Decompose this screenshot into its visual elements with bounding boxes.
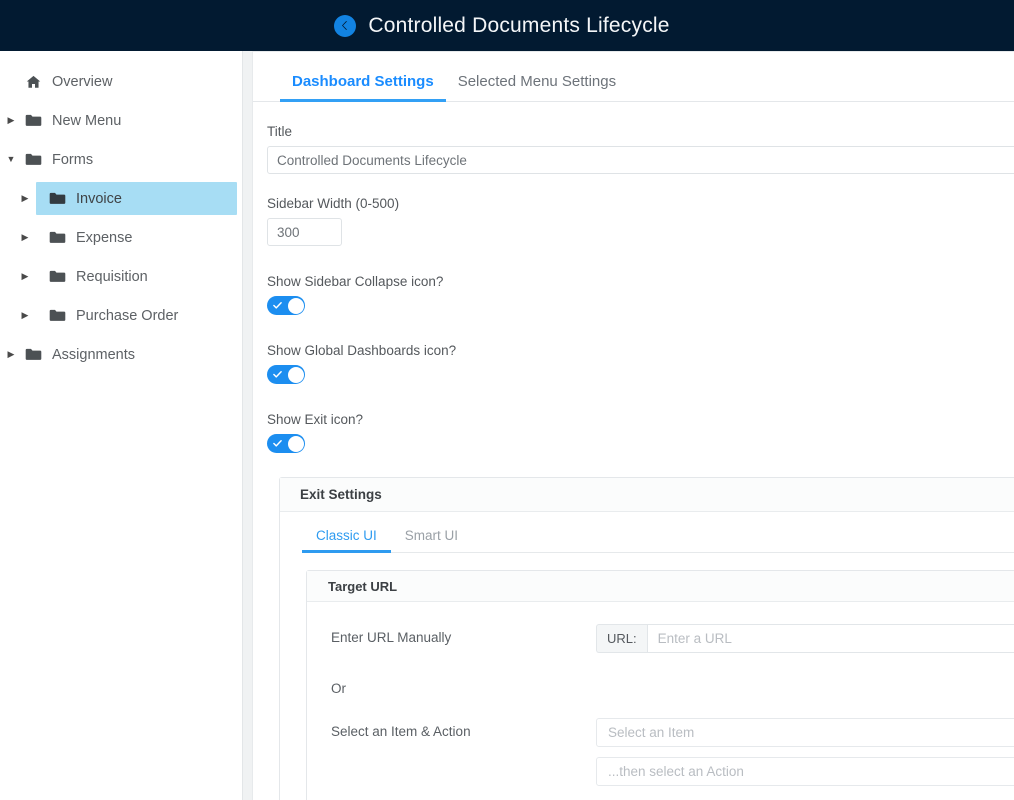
folder-icon [24, 153, 42, 166]
chevron-right-icon[interactable]: ▶ [14, 194, 36, 203]
chevron-right-icon[interactable]: ▶ [14, 233, 36, 242]
url-prefix-label: URL: [596, 624, 647, 653]
or-row: Or [331, 675, 1014, 696]
show-sidebar-collapse-toggle[interactable] [267, 296, 305, 315]
sidebar-item-label: Forms [52, 151, 94, 168]
sidebar-item-purchase-order[interactable]: ▶ Purchase Order [0, 296, 242, 335]
folder-icon [48, 192, 66, 205]
show-exit-icon-toggle[interactable] [267, 434, 305, 453]
chevron-down-icon[interactable]: ▼ [0, 155, 22, 164]
sidebar-item-forms[interactable]: ▼ Forms [0, 140, 242, 179]
show-global-dashboards-toggle[interactable] [267, 365, 305, 384]
exit-settings-title: Exit Settings [280, 478, 1014, 512]
enter-url-manually-label: Enter URL Manually [331, 630, 452, 645]
page-title: Controlled Documents Lifecycle [368, 13, 670, 37]
sidebar-width-label: Sidebar Width (0-500) [267, 196, 400, 211]
chevron-right-icon[interactable]: ▶ [0, 116, 22, 125]
select-item-action-label: Select an Item & Action [331, 724, 471, 739]
sidebar-item-requisition[interactable]: ▶ Requisition [0, 257, 242, 296]
sidebar-width-input[interactable]: 300 [267, 218, 342, 246]
sidebar-item-label: Requisition [76, 268, 148, 285]
app-header: Controlled Documents Lifecycle [0, 0, 1014, 51]
folder-icon [24, 348, 42, 361]
caret-placeholder-icon: ▶ [0, 77, 22, 86]
target-url-panel: Target URL Enter URL Manually URL: Enter… [306, 570, 1014, 800]
folder-icon [24, 114, 42, 127]
sidebar-content-gutter [243, 51, 252, 800]
select-item-action-row: Select an Item & Action Select an Item .… [331, 718, 1014, 796]
dashboard-settings-pane: Title Controlled Documents Lifecycle Sid… [253, 102, 1014, 800]
chevron-right-icon[interactable]: ▶ [14, 311, 36, 320]
select-action-dropdown[interactable]: ...then select an Action [596, 757, 1014, 786]
settings-tabbar: Dashboard Settings Selected Menu Setting… [253, 52, 1014, 102]
tab-smart-ui[interactable]: Smart UI [391, 528, 472, 552]
tab-selected-menu-settings[interactable]: Selected Menu Settings [446, 73, 628, 101]
sidebar-item-label: Overview [52, 73, 113, 90]
tab-classic-ui[interactable]: Classic UI [302, 528, 391, 553]
url-input[interactable]: Enter a URL [646, 624, 1014, 653]
title-input[interactable]: Controlled Documents Lifecycle [267, 146, 1014, 174]
sidebar-item-label: New Menu [52, 112, 122, 129]
sidebar-item-label: Assignments [52, 346, 136, 363]
sidebar-item-expense[interactable]: ▶ Expense [0, 218, 242, 257]
sidebar-item-assignments[interactable]: ▶ Assignments [0, 335, 242, 374]
sidebar: ▶ Overview ▶ New Menu ▼ Forms ▶ [0, 51, 243, 800]
sidebar-item-label: Purchase Order [76, 307, 179, 324]
sidebar-item-label: Invoice [76, 190, 122, 207]
exit-settings-tabbar: Classic UI Smart UI [302, 512, 1014, 553]
chevron-right-icon[interactable]: ▶ [14, 272, 36, 281]
url-input-group: URL: Enter a URL [596, 624, 1014, 653]
check-icon [273, 298, 282, 314]
toggle-knob [287, 366, 304, 383]
title-label: Title [267, 124, 293, 139]
chevron-right-icon[interactable]: ▶ [0, 350, 22, 359]
exit-settings-panel: Exit Settings Classic UI Smart UI Target… [279, 477, 1014, 800]
sidebar-item-label: Expense [76, 229, 133, 246]
toggle-knob [287, 435, 304, 452]
folder-icon [48, 309, 66, 322]
show-global-dashboards-label: Show Global Dashboards icon? [267, 343, 457, 358]
main-content: Dashboard Settings Selected Menu Setting… [252, 51, 1014, 800]
select-item-dropdown[interactable]: Select an Item [596, 718, 1014, 747]
folder-icon [48, 270, 66, 283]
folder-icon [48, 231, 66, 244]
sidebar-item-new-menu[interactable]: ▶ New Menu [0, 101, 242, 140]
enter-url-manually-row: Enter URL Manually URL: Enter a URL [331, 624, 1014, 653]
target-url-title: Target URL [307, 571, 1014, 602]
toggle-knob [287, 297, 304, 314]
check-icon [273, 367, 282, 383]
sidebar-item-overview[interactable]: ▶ Overview [0, 62, 242, 101]
show-sidebar-collapse-label: Show Sidebar Collapse icon? [267, 274, 444, 289]
check-icon [273, 436, 282, 452]
back-chevron-icon[interactable] [334, 14, 357, 37]
home-icon [24, 75, 42, 89]
or-label: Or [331, 681, 346, 696]
tab-dashboard-settings[interactable]: Dashboard Settings [280, 73, 446, 102]
show-exit-icon-label: Show Exit icon? [267, 412, 364, 427]
sidebar-item-invoice[interactable]: ▶ Invoice [0, 179, 242, 218]
